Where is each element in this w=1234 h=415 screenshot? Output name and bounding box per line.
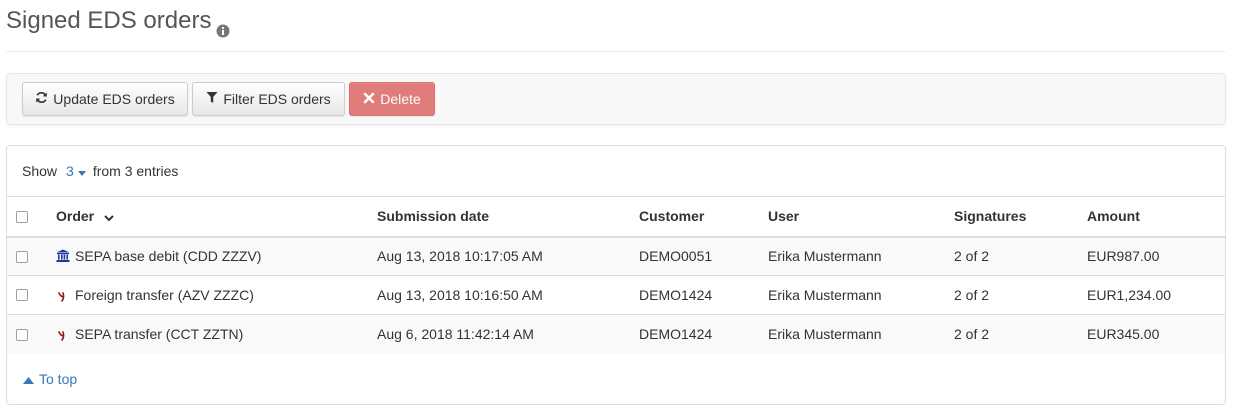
page-title: Signed EDS orders (6, 7, 212, 34)
delete-label: Delete (380, 91, 421, 107)
submission-date-cell: Aug 13, 2018 10:17:05 AM (377, 236, 639, 276)
customer-cell: DEMO1424 (639, 275, 768, 315)
row-checkbox-cell (7, 236, 56, 276)
row-checkbox-cell (7, 275, 56, 315)
column-order-label: Order (56, 207, 95, 224)
update-eds-orders-button[interactable]: Update EDS orders (22, 82, 188, 116)
order-name[interactable]: SEPA base debit (CDD ZZZV) (75, 248, 261, 264)
user-cell: Erika Mustermann (768, 275, 954, 315)
user-cell: Erika Mustermann (768, 236, 954, 276)
select-all-checkbox[interactable] (16, 210, 28, 223)
transfer-icon (56, 288, 70, 302)
order-cell: SEPA transfer (CCT ZZTN) (56, 314, 377, 354)
show-label: Show (22, 163, 58, 179)
table-header-row: Order Submission date Customer User Sign… (7, 196, 1225, 238)
signatures-cell: 2 of 2 (954, 236, 1087, 276)
page-title-wrap: Signed EDS orders (6, 6, 230, 37)
column-header-customer[interactable]: Customer (639, 196, 768, 238)
amount-cell: EUR345.00 (1087, 314, 1225, 354)
row-checkbox-cell (7, 314, 56, 354)
page-size-dropdown[interactable]: 3 (66, 163, 86, 179)
page-header: Signed EDS orders (6, 4, 1226, 52)
transfer-icon (56, 327, 70, 342)
customer-cell: DEMO1424 (639, 314, 768, 354)
caret-down-icon (77, 163, 86, 179)
signatures-cell: 2 of 2 (954, 275, 1087, 315)
row-checkbox[interactable] (16, 328, 28, 341)
filter-eds-orders-label: Filter EDS orders (223, 91, 331, 107)
customer-cell: DEMO0051 (639, 236, 768, 276)
page-size-value: 3 (66, 163, 74, 179)
refresh-icon (35, 91, 48, 107)
to-top-label: To top (39, 371, 78, 387)
caret-up-icon (23, 371, 34, 387)
signatures-cell: 2 of 2 (954, 314, 1087, 354)
orders-table: Order Submission date Customer User Sign… (7, 196, 1225, 354)
order-cell: Foreign transfer (AZV ZZZC) (56, 275, 377, 315)
info-icon[interactable] (216, 16, 230, 37)
order-name[interactable]: SEPA transfer (CCT ZZTN) (75, 326, 243, 342)
amount-cell: EUR1,234.00 (1087, 275, 1225, 315)
filter-eds-orders-button[interactable]: Filter EDS orders (192, 82, 345, 116)
row-checkbox[interactable] (16, 289, 28, 302)
column-header-order[interactable]: Order (56, 196, 377, 238)
entries-count-label: from 3 entries (92, 163, 179, 179)
submission-date-cell: Aug 6, 2018 11:42:14 AM (377, 314, 639, 354)
filter-icon (206, 91, 218, 107)
order-name[interactable]: Foreign transfer (AZV ZZZC) (75, 287, 254, 303)
amount-cell: EUR987.00 (1087, 236, 1225, 276)
submission-date-cell: Aug 13, 2018 10:16:50 AM (377, 275, 639, 315)
close-icon (363, 91, 375, 107)
column-header-submission-date[interactable]: Submission date (377, 196, 639, 238)
row-checkbox[interactable] (16, 250, 28, 263)
column-header-user[interactable]: User (768, 196, 954, 238)
table-row[interactable]: SEPA transfer (CCT ZZTN) Aug 6, 2018 11:… (7, 314, 1225, 354)
entries-info: Show 3 from 3 entries (22, 163, 178, 179)
column-header-signatures[interactable]: Signatures (954, 196, 1087, 238)
user-cell: Erika Mustermann (768, 314, 954, 354)
update-eds-orders-label: Update EDS orders (53, 91, 175, 107)
to-top-link[interactable]: To top (23, 371, 77, 387)
table-row[interactable]: Foreign transfer (AZV ZZZC) Aug 13, 2018… (7, 275, 1225, 315)
table-row[interactable]: SEPA base debit (CDD ZZZV) Aug 13, 2018 … (7, 236, 1225, 276)
select-all-cell (7, 196, 56, 238)
order-cell: SEPA base debit (CDD ZZZV) (56, 236, 377, 276)
sort-chevron-down-icon[interactable] (104, 209, 114, 225)
delete-button[interactable]: Delete (349, 82, 435, 116)
column-header-amount[interactable]: Amount (1087, 196, 1225, 238)
bank-icon (56, 249, 70, 263)
toolbar: Update EDS orders Filter EDS orders Dele… (6, 73, 1226, 125)
orders-panel: Show 3 from 3 entries Order Submission d… (6, 145, 1226, 405)
